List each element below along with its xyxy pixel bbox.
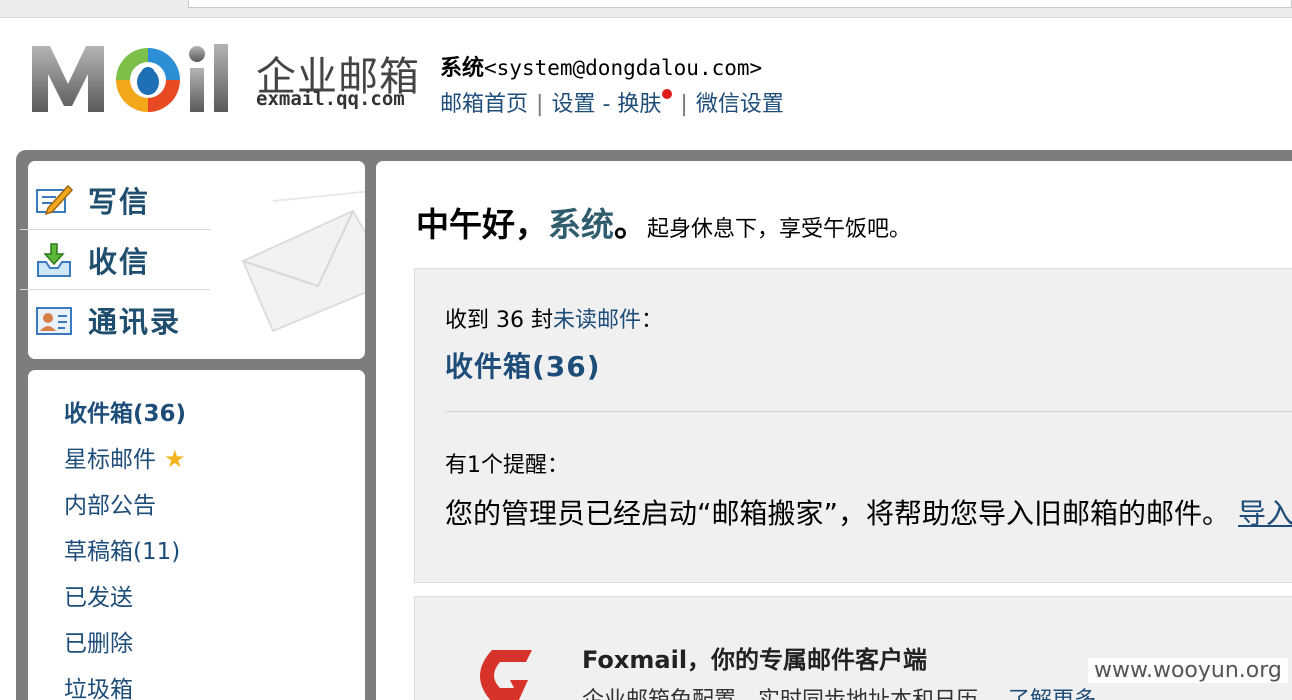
receive-button[interactable]: 收信 — [20, 230, 210, 290]
folder-deleted[interactable]: 已删除 — [64, 624, 133, 658]
notice-text: 您的管理员已经启动“邮箱搬家”，将帮助您导入旧邮箱的邮件。 — [445, 497, 1231, 530]
receive-label: 收信 — [88, 244, 151, 279]
foxmail-description: 企业邮箱免配置，实时同步地址本和日历。了解更多 — [582, 682, 1096, 700]
foxmail-logo-icon[interactable] — [470, 646, 540, 700]
top-links: 邮箱首页 | 设置 - 换肤 | 微信设置 — [440, 86, 784, 118]
unread-prefix: 收到 — [445, 308, 496, 333]
folder-drafts[interactable]: 草稿箱(11) — [64, 532, 180, 566]
folder-spam[interactable]: 垃圾箱 — [64, 670, 133, 700]
separator: | — [536, 92, 544, 117]
learn-more-link[interactable]: 了解更多 — [1008, 688, 1096, 700]
browser-top-strip — [0, 0, 1292, 18]
migration-notice: 您的管理员已经启动“邮箱搬家”，将帮助您导入旧邮箱的邮件。 导入 — [445, 492, 1292, 532]
contacts-button[interactable]: 通讯录 — [20, 290, 210, 350]
address-bar-edge[interactable] — [188, 0, 1292, 8]
divider — [445, 411, 1292, 412]
unread-summary: 收到 36 封未读邮件： — [445, 302, 663, 334]
receive-icon — [37, 242, 71, 277]
unread-mail-link[interactable]: 未读邮件 — [553, 308, 641, 333]
folder-starred-label: 星标邮件 — [64, 447, 156, 473]
logo-domain-text: exmail.qq.com — [256, 88, 405, 110]
mail-logo[interactable] — [30, 40, 245, 118]
contacts-label: 通讯录 — [88, 305, 182, 339]
folder-inbox[interactable]: 收件箱(36) — [64, 394, 186, 428]
greeting-time: 中午好， — [416, 205, 548, 244]
star-icon: ★ — [164, 445, 186, 473]
greeting: 中午好，系统。起身休息下，享受午饭吧。 — [416, 198, 911, 246]
watermark: www.wooyun.org — [1088, 658, 1288, 683]
unread-mid: 封 — [524, 308, 553, 333]
user-identity: 系统<system@dongdalou.com> — [440, 50, 762, 82]
folder-announcements[interactable]: 内部公告 — [64, 486, 156, 520]
compose-label: 写信 — [88, 184, 151, 219]
reminder-title: 有1个提醒： — [445, 453, 569, 478]
greeting-period: 。 — [614, 205, 647, 244]
dash-text: - — [602, 92, 611, 117]
new-dot-icon — [662, 89, 673, 99]
envelope-decoration-icon — [241, 191, 365, 333]
import-link[interactable]: 导入 — [1238, 497, 1292, 530]
greeting-tip: 起身休息下，享受午饭吧。 — [647, 217, 912, 242]
separator: | — [680, 92, 688, 117]
inbox-link[interactable]: 收件箱(36) — [445, 345, 601, 385]
greeting-name: 系统 — [548, 205, 614, 244]
wechat-settings-link[interactable]: 微信设置 — [696, 92, 784, 117]
contacts-icon — [36, 307, 72, 335]
compose-icon — [36, 184, 74, 215]
user-email: <system@dongdalou.com> — [484, 56, 763, 80]
foxmail-title: Foxmail，你的专属邮件客户端 — [582, 646, 928, 674]
settings-link[interactable]: 设置 — [551, 92, 595, 117]
skin-link[interactable]: 换肤 — [617, 92, 661, 117]
unread-count: 36 — [496, 308, 524, 333]
mailbox-home-link[interactable]: 邮箱首页 — [440, 92, 528, 117]
foxmail-desc-text: 企业邮箱免配置，实时同步地址本和日历。 — [582, 688, 1000, 700]
unread-suffix: ： — [641, 308, 664, 333]
folder-sent[interactable]: 已发送 — [64, 578, 133, 612]
folder-starred[interactable]: 星标邮件 ★ — [64, 440, 186, 474]
user-name: 系统 — [440, 56, 485, 81]
compose-button[interactable]: 写信 — [20, 170, 210, 230]
